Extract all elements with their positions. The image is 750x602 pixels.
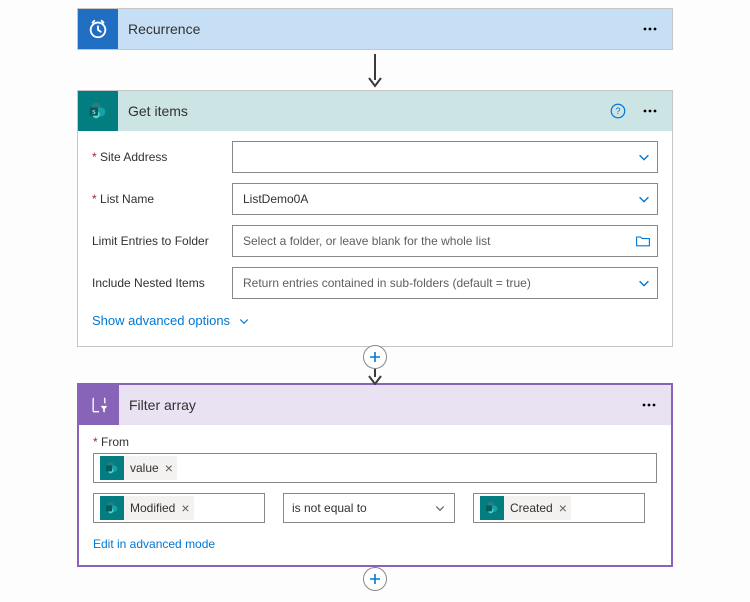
condition-left-field[interactable]: Modified ×	[93, 493, 265, 523]
site-address-field[interactable]	[232, 141, 658, 173]
condition-right-field[interactable]: Created ×	[473, 493, 645, 523]
filter-title: Filter array	[119, 397, 633, 413]
more-icon[interactable]	[633, 389, 665, 421]
sharepoint-icon	[480, 496, 504, 520]
edit-advanced-link[interactable]: Edit in advanced mode	[93, 537, 657, 551]
sharepoint-icon: S	[78, 91, 118, 131]
show-advanced-link[interactable]: Show advanced options	[92, 309, 250, 332]
recurrence-header[interactable]: Recurrence	[78, 9, 672, 49]
remove-token-icon[interactable]: ×	[559, 501, 567, 515]
sharepoint-icon	[100, 496, 124, 520]
get-items-header[interactable]: S Get items ?	[78, 91, 672, 131]
chevron-down-icon	[637, 276, 651, 290]
filter-header[interactable]: Filter array	[79, 385, 671, 425]
folder-icon[interactable]	[635, 233, 651, 249]
svg-text:S: S	[92, 109, 96, 116]
recurrence-card: Recurrence	[77, 8, 673, 50]
chevron-down-icon	[434, 502, 446, 514]
svg-text:?: ?	[615, 106, 620, 116]
more-icon[interactable]	[634, 95, 666, 127]
more-icon[interactable]	[634, 13, 666, 45]
list-name-label: * List Name	[92, 192, 232, 206]
token-created[interactable]: Created ×	[480, 496, 571, 520]
include-nested-field[interactable]: Return entries contained in sub-folders …	[232, 267, 658, 299]
token-modified[interactable]: Modified ×	[100, 496, 194, 520]
remove-token-icon[interactable]: ×	[165, 461, 173, 475]
help-icon[interactable]: ?	[602, 95, 634, 127]
from-label: * From	[93, 435, 657, 449]
get-items-card: S Get items ? * Site Address *	[77, 90, 673, 347]
operator-select[interactable]: is not equal to	[283, 493, 455, 523]
filter-icon	[79, 385, 119, 425]
include-nested-label: Include Nested Items	[92, 276, 232, 290]
add-step-button[interactable]	[363, 567, 387, 591]
connector-arrow	[0, 50, 750, 90]
sharepoint-icon	[100, 456, 124, 480]
get-items-title: Get items	[118, 103, 602, 119]
chevron-down-icon	[238, 315, 250, 327]
from-field[interactable]: value ×	[93, 453, 657, 483]
add-step-button[interactable]	[363, 345, 387, 369]
operator-label: is not equal to	[292, 501, 367, 515]
token-label: Created	[510, 501, 553, 515]
chevron-down-icon	[637, 150, 651, 164]
connector-add	[0, 347, 750, 383]
token-label: Modified	[130, 501, 175, 515]
clock-icon	[78, 9, 118, 49]
chevron-down-icon	[637, 192, 651, 206]
remove-token-icon[interactable]: ×	[181, 501, 189, 515]
token-value[interactable]: value ×	[100, 456, 177, 480]
filter-array-card: Filter array * From value ×	[77, 383, 673, 567]
connector-add	[0, 567, 750, 597]
recurrence-title: Recurrence	[118, 21, 634, 37]
token-label: value	[130, 461, 159, 475]
limit-entries-label: Limit Entries to Folder	[92, 234, 232, 248]
limit-entries-field[interactable]: Select a folder, or leave blank for the …	[232, 225, 658, 257]
site-address-label: * Site Address	[92, 150, 232, 164]
list-name-field[interactable]: ListDemo0A	[232, 183, 658, 215]
